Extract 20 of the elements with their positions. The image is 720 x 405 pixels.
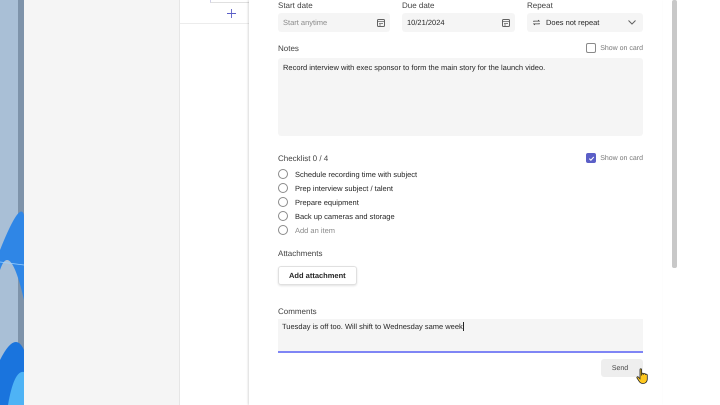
section-label: Comments	[278, 307, 318, 316]
checkbox[interactable]	[586, 43, 596, 53]
chevron-down-icon	[628, 20, 636, 25]
checklist-circle[interactable]	[278, 211, 288, 221]
repeat-icon	[532, 18, 541, 27]
checklist-circle[interactable]	[278, 197, 288, 207]
plus-icon[interactable]	[227, 8, 236, 18]
hand-cursor-icon	[636, 368, 649, 385]
checkbox[interactable]	[586, 153, 596, 163]
section-label: Notes	[278, 44, 299, 52]
calendar-icon	[377, 18, 385, 26]
calendar-icon	[502, 18, 510, 26]
checklist-circle[interactable]	[278, 183, 288, 193]
section-label: Checklist 0 / 4	[278, 154, 328, 162]
field-label: Due date	[402, 1, 436, 10]
field-label: Start date	[278, 1, 314, 10]
checklist-circle[interactable]	[278, 169, 288, 179]
add-item-circle	[278, 225, 288, 235]
section-label: Attachments	[278, 249, 324, 258]
field-label: Repeat	[527, 1, 554, 10]
